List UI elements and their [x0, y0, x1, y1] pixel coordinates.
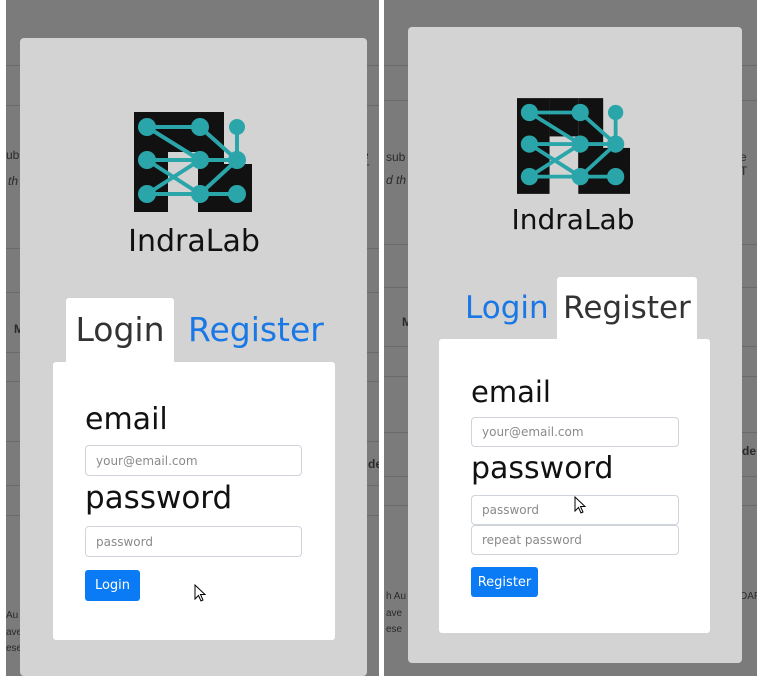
login-modal: IndraLab Login Register email password L… — [20, 38, 367, 676]
email-label: email — [85, 402, 168, 437]
tab-register[interactable]: Register — [188, 298, 324, 362]
mouse-cursor-icon — [194, 584, 207, 602]
email-input[interactable] — [471, 417, 679, 447]
email-input[interactable] — [85, 445, 302, 476]
repeat-password-input[interactable] — [471, 525, 679, 555]
background-text: ese — [386, 624, 403, 635]
background-text: h Au — [386, 591, 407, 602]
password-input[interactable] — [85, 526, 302, 557]
indralab-logo — [134, 112, 252, 212]
background-text: de — [368, 457, 379, 471]
mouse-cursor-icon — [574, 496, 587, 514]
password-label: password — [85, 480, 233, 516]
register-modal: IndraLab Login Register email password R… — [408, 27, 742, 663]
background-text: th — [8, 174, 19, 188]
password-label: password — [471, 451, 614, 486]
right-screenshot-panel: sub e T d th M de h Au DAR ave ese — [384, 0, 757, 676]
background-text: de — [742, 444, 757, 458]
brand-name: IndraLab — [511, 203, 635, 236]
tab-login[interactable]: Login — [465, 277, 549, 339]
tab-login[interactable]: Login — [66, 298, 174, 362]
background-text: ub — [6, 148, 20, 162]
background-text: DAR — [740, 591, 757, 602]
background-text: sub — [386, 150, 406, 164]
email-label: email — [471, 375, 551, 409]
left-screenshot-panel: ub e T th M de Au ave ese — [6, 0, 379, 676]
register-form-card: email password Register — [439, 339, 710, 633]
login-button[interactable]: Login — [85, 570, 140, 601]
brand-name: IndraLab — [128, 224, 260, 259]
background-text: ave — [386, 608, 403, 619]
tab-register[interactable]: Register — [557, 277, 697, 339]
background-text: Au — [6, 610, 19, 621]
register-button[interactable]: Register — [471, 567, 538, 597]
background-text: e T — [740, 150, 748, 178]
background-text: d th — [386, 173, 407, 187]
indralab-logo — [517, 98, 630, 194]
